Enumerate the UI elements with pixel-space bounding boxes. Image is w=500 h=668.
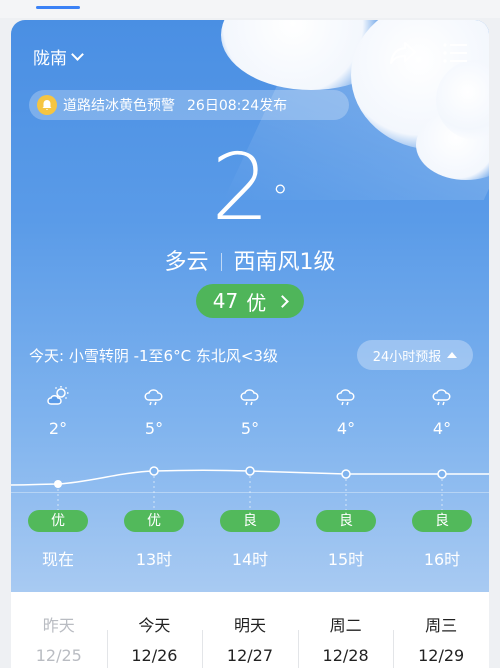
partly-cloudy-icon xyxy=(47,386,69,405)
day-name: 周三 xyxy=(425,616,458,635)
cloudy-icon xyxy=(432,389,451,406)
hourly-temp: 4° xyxy=(432,419,452,438)
hourly-item[interactable]: 5° 优 13时 xyxy=(119,385,189,570)
day-date: 12/25 xyxy=(35,646,82,665)
hourly-item[interactable]: 2° 优 现在 xyxy=(23,385,93,570)
hourly-item[interactable]: 4° 良 15时 xyxy=(311,385,381,570)
day-date: 12/28 xyxy=(322,646,369,665)
aqi-value: 47 xyxy=(212,289,239,313)
day-name: 明天 xyxy=(233,616,266,635)
chevron-right-icon xyxy=(276,294,290,308)
hourly-time: 16时 xyxy=(423,550,461,569)
hourly-time: 13时 xyxy=(135,550,173,569)
aqi-level: 优 xyxy=(246,290,267,315)
bell-icon xyxy=(37,95,57,115)
degree-symbol: ° xyxy=(271,178,289,218)
condition-text: 多云 xyxy=(164,250,209,275)
hourly-temp: 5° xyxy=(144,419,164,438)
alert-text: 道路结冰黄色预警 xyxy=(63,98,175,114)
day-date: 12/27 xyxy=(226,646,274,665)
hourly-temp: 5° xyxy=(240,419,260,438)
hourly-temp: 4° xyxy=(336,419,356,438)
today-summary: 今天: 小雪转阴 -1至6°C 东北风<3级 xyxy=(29,347,278,365)
hourly-time: 现在 xyxy=(41,550,74,569)
hourly-aqi-badge: 良 xyxy=(316,510,376,532)
triangle-up-icon xyxy=(447,352,458,358)
hourly-aqi-badge: 良 xyxy=(220,510,280,532)
forecast-button-label: 24小时预报 xyxy=(372,349,442,365)
cloudy-icon xyxy=(240,389,259,406)
hourly-aqi-badge: 优 xyxy=(28,510,88,532)
current-condition: 多云 西南风1级 xyxy=(11,244,489,276)
temperature-value: 2 xyxy=(211,134,270,241)
day-tab-tuesday[interactable]: 周二 12/28 xyxy=(297,592,394,668)
alert-time: 26日08:24发布 xyxy=(187,98,288,114)
hourly-temp: 2° xyxy=(48,419,68,438)
day-date: 12/29 xyxy=(418,646,465,665)
current-temperature: 2° xyxy=(11,138,489,238)
top-tab-bar xyxy=(0,0,500,18)
hourly-time: 14时 xyxy=(231,550,269,569)
location-name: 陇南 xyxy=(33,49,67,69)
day-tab-tomorrow[interactable]: 明天 12/27 xyxy=(202,592,298,668)
daily-tabs: 昨天 12/25 今天 12/26 明天 12/27 周二 12/28 周三 1… xyxy=(11,592,489,668)
weather-alert-banner[interactable]: 道路结冰黄色预警 26日08:24发布 xyxy=(29,90,349,120)
hourly-aqi-badge: 良 xyxy=(412,510,472,532)
day-tab-today[interactable]: 今天 12/26 xyxy=(106,592,203,668)
hourly-item[interactable]: 4° 良 16时 xyxy=(407,385,477,570)
separator xyxy=(220,253,222,271)
wind-text: 西南风1级 xyxy=(233,250,336,275)
day-tab-yesterday[interactable]: 昨天 12/25 xyxy=(11,592,107,668)
day-date: 12/26 xyxy=(131,646,178,665)
aqi-badge[interactable]: 47 优 xyxy=(196,284,304,318)
day-name: 周二 xyxy=(329,616,362,635)
tab-indicator xyxy=(36,6,80,9)
cloudy-icon xyxy=(336,389,355,406)
day-name: 今天 xyxy=(138,616,171,635)
hourly-forecast: 2° 优 现在 5° 优 13时 5° 良 14时 4° 良 15时 4° 良 … xyxy=(11,385,489,592)
day-tab-wednesday[interactable]: 周三 12/29 xyxy=(393,592,489,668)
menu-icon[interactable] xyxy=(443,42,467,64)
hourly-forecast-button[interactable]: 24小时预报 xyxy=(357,340,473,370)
cloudy-icon xyxy=(144,389,163,406)
hourly-time: 15时 xyxy=(327,550,365,569)
hourly-aqi-badge: 优 xyxy=(124,510,184,532)
weather-card: 陇南 道路结冰黄色预警 26日08:24发布 2° 多云 西南风1级 47 优 今… xyxy=(11,20,489,592)
day-name: 昨天 xyxy=(42,616,75,635)
hourly-item[interactable]: 5° 良 14时 xyxy=(215,385,285,570)
location-selector[interactable]: 陇南 xyxy=(33,44,84,69)
chevron-down-icon xyxy=(71,47,84,61)
share-icon[interactable] xyxy=(389,40,417,66)
